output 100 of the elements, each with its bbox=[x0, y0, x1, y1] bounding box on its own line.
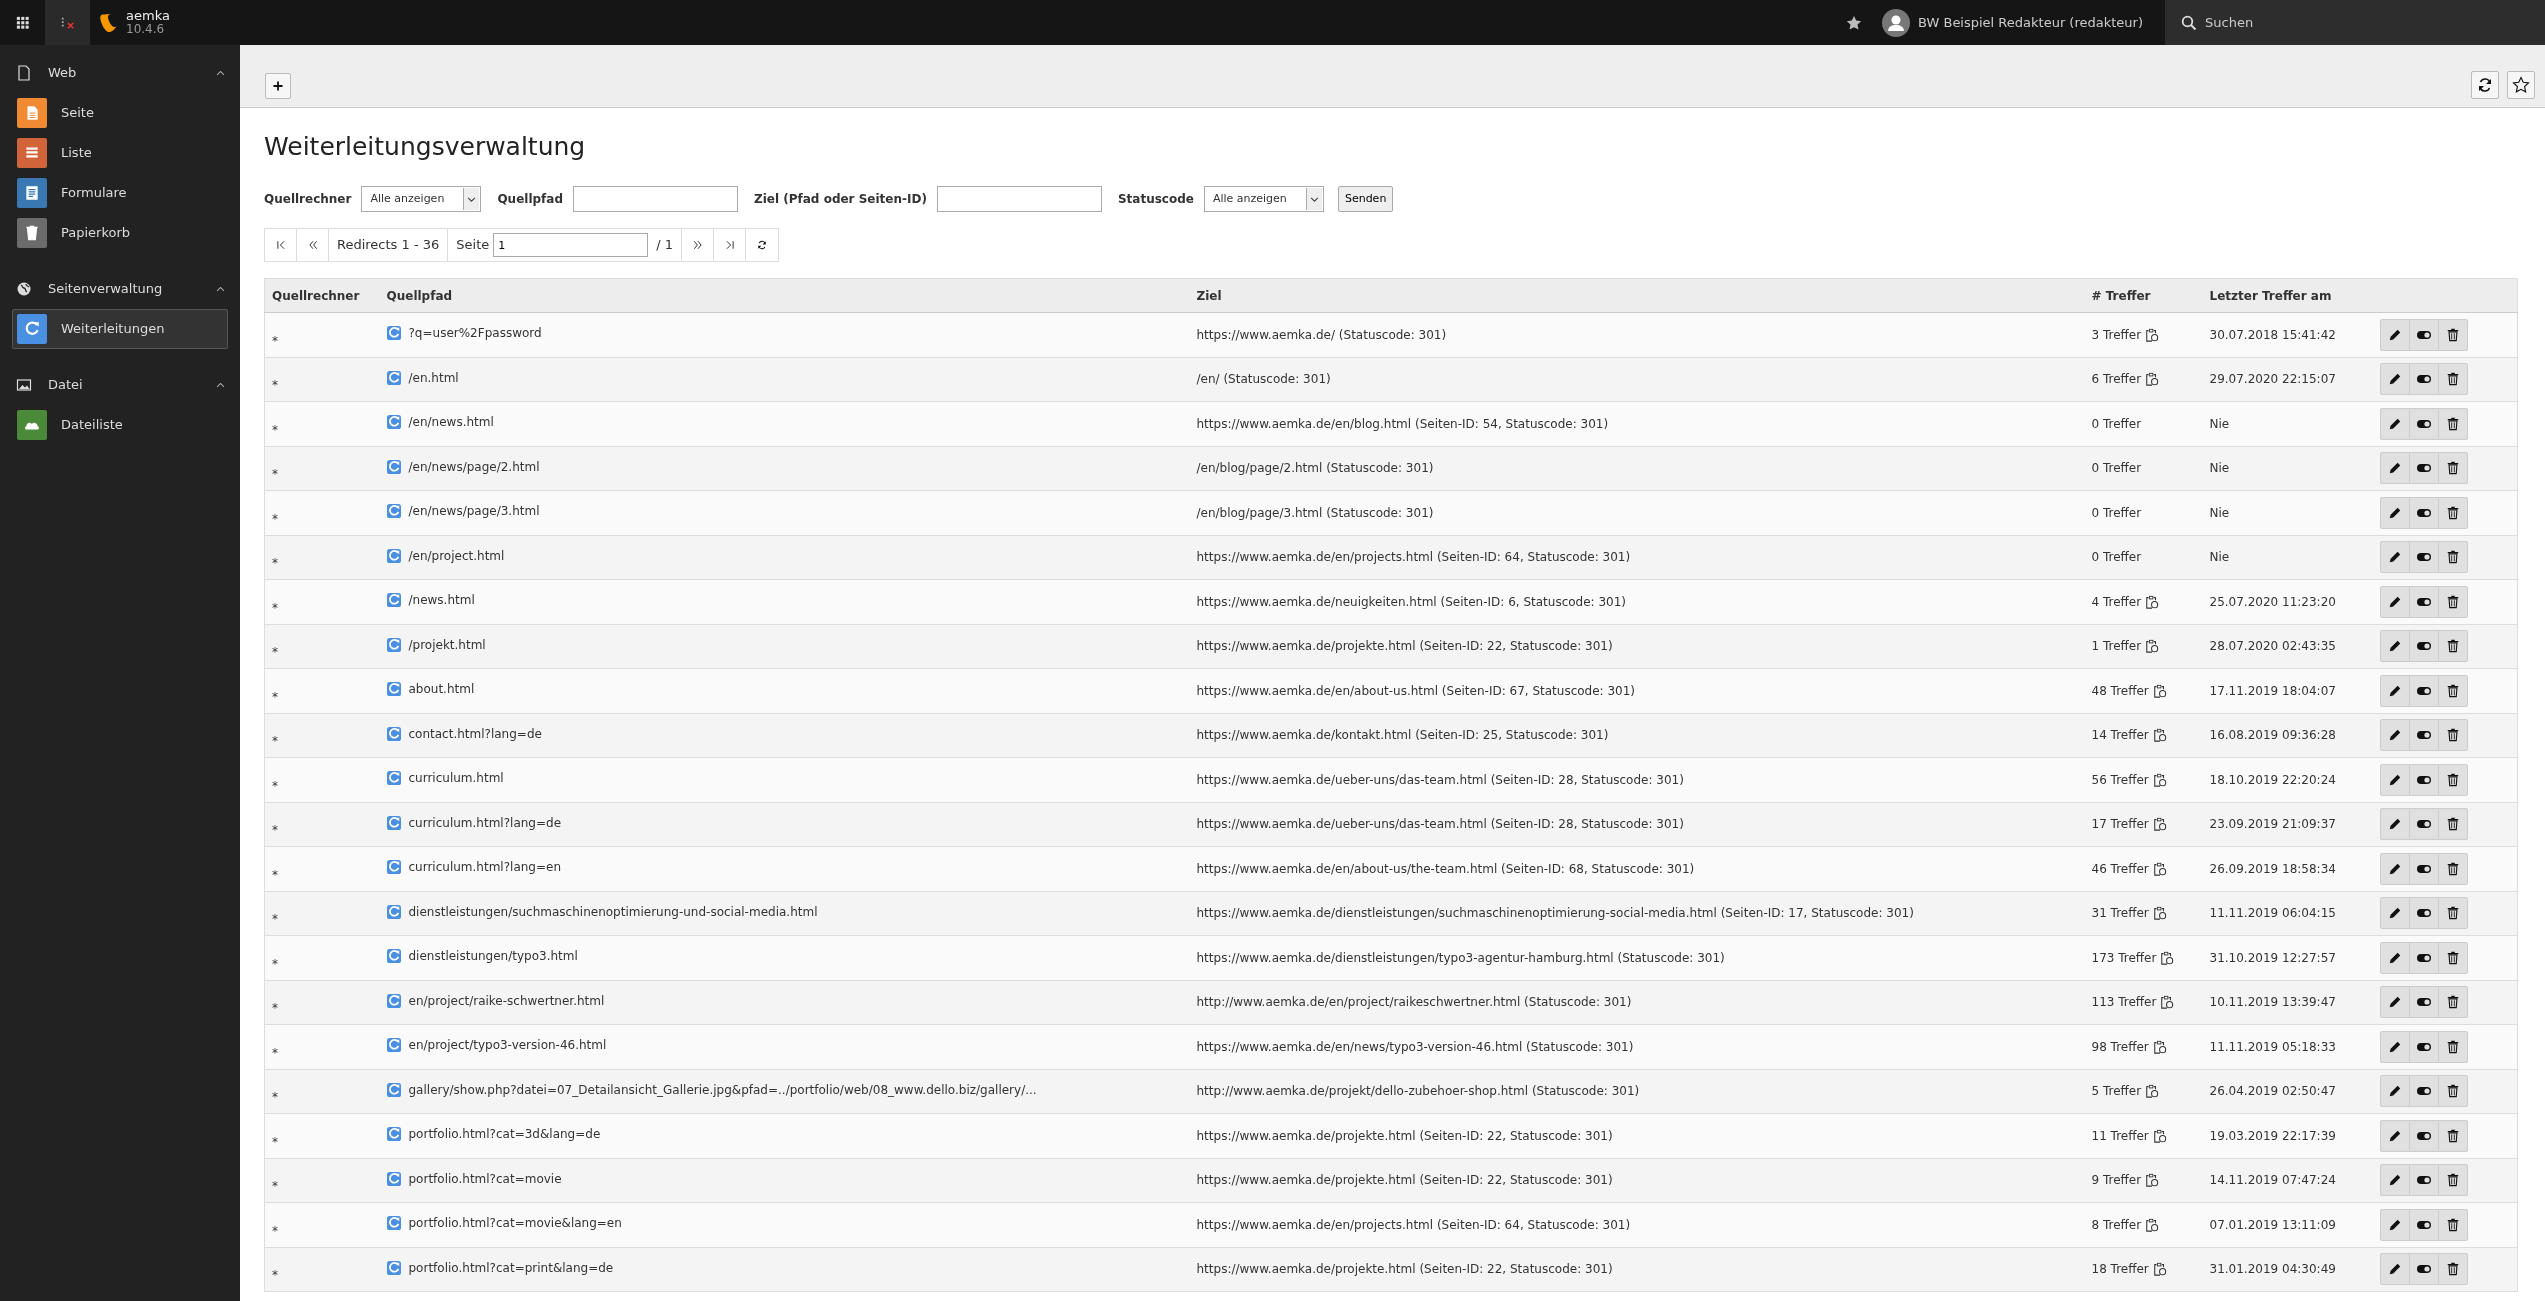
toggle-button[interactable] bbox=[2408, 852, 2439, 885]
toggle-button[interactable] bbox=[2408, 496, 2439, 529]
reset-hits-button[interactable] bbox=[2152, 1039, 2167, 1054]
bookmark-button[interactable] bbox=[2507, 71, 2535, 99]
toggle-button[interactable] bbox=[2408, 986, 2439, 1019]
edit-button[interactable] bbox=[2379, 318, 2410, 351]
reset-hits-button[interactable] bbox=[2145, 594, 2160, 609]
edit-button[interactable] bbox=[2379, 407, 2410, 440]
edit-button[interactable] bbox=[2379, 541, 2410, 574]
delete-button[interactable] bbox=[2437, 1164, 2468, 1197]
reset-hits-button[interactable] bbox=[2145, 639, 2160, 654]
edit-button[interactable] bbox=[2379, 1208, 2410, 1241]
module-item[interactable]: Seite bbox=[12, 93, 228, 133]
plus-icon[interactable] bbox=[272, 80, 284, 92]
toggle-button[interactable] bbox=[2408, 630, 2439, 663]
toggle-button[interactable] bbox=[2408, 674, 2439, 707]
delete-button[interactable] bbox=[2437, 1030, 2468, 1063]
toggle-button[interactable] bbox=[2408, 1075, 2439, 1108]
edit-button[interactable] bbox=[2379, 496, 2410, 529]
edit-button[interactable] bbox=[2379, 585, 2410, 618]
edit-button[interactable] bbox=[2379, 1119, 2410, 1152]
toggle-button[interactable] bbox=[2408, 897, 2439, 930]
toggle-button[interactable] bbox=[2408, 1253, 2439, 1286]
delete-button[interactable] bbox=[2437, 318, 2468, 351]
filter-input[interactable] bbox=[936, 186, 1102, 212]
reset-hits-button[interactable] bbox=[2152, 861, 2167, 876]
edit-button[interactable] bbox=[2379, 897, 2410, 930]
module-item[interactable]: Papierkorb bbox=[12, 213, 228, 253]
edit-button[interactable] bbox=[2379, 1253, 2410, 1286]
reset-hits-button[interactable] bbox=[2145, 1173, 2160, 1188]
reload-button[interactable] bbox=[2471, 71, 2499, 99]
search-field[interactable]: Suchen bbox=[2165, 0, 2545, 45]
reset-hits-button[interactable] bbox=[2145, 1217, 2160, 1232]
reset-hits-button[interactable] bbox=[2145, 327, 2160, 342]
toggle-button[interactable] bbox=[2408, 1208, 2439, 1241]
toggle-button[interactable] bbox=[2408, 1164, 2439, 1197]
delete-button[interactable] bbox=[2437, 407, 2468, 440]
delete-button[interactable] bbox=[2437, 541, 2468, 574]
delete-button[interactable] bbox=[2437, 941, 2468, 974]
module-group-header[interactable]: Seitenverwaltung bbox=[0, 269, 240, 309]
reset-hits-button[interactable] bbox=[2152, 1128, 2167, 1143]
edit-button[interactable] bbox=[2379, 808, 2410, 841]
reload-icon[interactable] bbox=[2477, 77, 2493, 93]
reset-hits-button[interactable] bbox=[2152, 906, 2167, 921]
toggle-button[interactable] bbox=[2408, 808, 2439, 841]
filter-select[interactable]: Alle anzeigen bbox=[361, 186, 482, 212]
reset-hits-button[interactable] bbox=[2160, 995, 2175, 1010]
edit-button[interactable] bbox=[2379, 630, 2410, 663]
delete-button[interactable] bbox=[2437, 1253, 2468, 1286]
star-icon[interactable] bbox=[2512, 76, 2530, 94]
edit-button[interactable] bbox=[2379, 941, 2410, 974]
delete-button[interactable] bbox=[2437, 763, 2468, 796]
add-button[interactable] bbox=[265, 73, 291, 99]
delete-button[interactable] bbox=[2437, 1208, 2468, 1241]
module-item[interactable]: Formulare bbox=[12, 173, 228, 213]
edit-button[interactable] bbox=[2379, 763, 2410, 796]
delete-button[interactable] bbox=[2437, 897, 2468, 930]
edit-button[interactable] bbox=[2379, 674, 2410, 707]
module-group-header[interactable]: Datei bbox=[0, 365, 240, 405]
delete-button[interactable] bbox=[2437, 808, 2468, 841]
module-group-header[interactable]: Web bbox=[0, 53, 240, 93]
toggle-button[interactable] bbox=[2408, 363, 2439, 396]
delete-button[interactable] bbox=[2437, 986, 2468, 1019]
delete-button[interactable] bbox=[2437, 452, 2468, 485]
toggle-button[interactable] bbox=[2408, 1119, 2439, 1152]
delete-button[interactable] bbox=[2437, 363, 2468, 396]
module-item[interactable]: Liste bbox=[12, 133, 228, 173]
edit-button[interactable] bbox=[2379, 1030, 2410, 1063]
reset-hits-button[interactable] bbox=[2145, 372, 2160, 387]
edit-button[interactable] bbox=[2379, 719, 2410, 752]
filter-select[interactable]: Alle anzeigen bbox=[1203, 186, 1324, 212]
toggle-button[interactable] bbox=[2408, 318, 2439, 351]
delete-button[interactable] bbox=[2437, 852, 2468, 885]
toggle-button[interactable] bbox=[2408, 452, 2439, 485]
delete-button[interactable] bbox=[2437, 1119, 2468, 1152]
reset-hits-button[interactable] bbox=[2152, 817, 2167, 832]
submit-button[interactable]: Senden bbox=[1337, 186, 1394, 212]
module-item[interactable]: Dateiliste bbox=[12, 405, 228, 445]
reset-hits-button[interactable] bbox=[2152, 1262, 2167, 1277]
toggle-button[interactable] bbox=[2408, 1030, 2439, 1063]
edit-button[interactable] bbox=[2379, 852, 2410, 885]
delete-button[interactable] bbox=[2437, 496, 2468, 529]
reset-hits-button[interactable] bbox=[2152, 683, 2167, 698]
reset-hits-button[interactable] bbox=[2145, 1084, 2160, 1099]
edit-button[interactable] bbox=[2379, 1164, 2410, 1197]
toggle-button[interactable] bbox=[2408, 941, 2439, 974]
toggle-button[interactable] bbox=[2408, 719, 2439, 752]
delete-button[interactable] bbox=[2437, 674, 2468, 707]
toggle-button[interactable] bbox=[2408, 541, 2439, 574]
edit-button[interactable] bbox=[2379, 1075, 2410, 1108]
reset-hits-button[interactable] bbox=[2160, 950, 2175, 965]
toggle-button[interactable] bbox=[2408, 763, 2439, 796]
reset-hits-button[interactable] bbox=[2152, 728, 2167, 743]
toggle-button[interactable] bbox=[2408, 585, 2439, 618]
delete-button[interactable] bbox=[2437, 1075, 2468, 1108]
toggle-button[interactable] bbox=[2408, 407, 2439, 440]
page-input[interactable]: 1 bbox=[493, 233, 649, 257]
module-item[interactable]: Weiterleitungen bbox=[12, 309, 228, 349]
edit-button[interactable] bbox=[2379, 986, 2410, 1019]
user-menu[interactable]: BW Beispiel Redakteur (redakteur) bbox=[1876, 7, 2149, 38]
